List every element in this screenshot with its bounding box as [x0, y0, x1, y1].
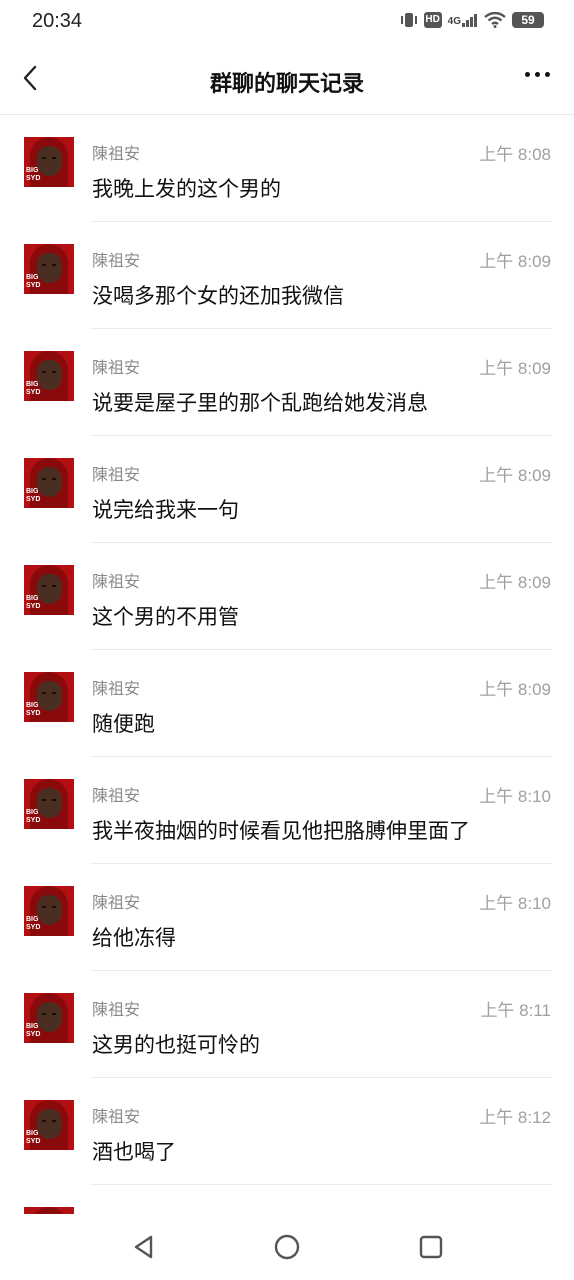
- nav-bar: 群聊的聊天记录: [0, 44, 574, 114]
- status-bar: 20:34 HD 4G 59: [0, 0, 574, 44]
- message-time: 上午 8:10: [479, 787, 551, 806]
- vibrate-icon: [400, 13, 417, 27]
- more-dot-icon: [545, 72, 550, 77]
- chat-record-item[interactable]: BIG SYD 陳祖安 上午 8:11 这男的也挺可怜的: [0, 971, 574, 1078]
- message-time: 上午 8:09: [479, 252, 551, 271]
- status-icons: HD 4G 59: [400, 12, 544, 28]
- chat-record-item[interactable]: BIG SYD 陳祖安 上午 8:09 随便跑: [0, 650, 574, 757]
- cellular-signal-icon: 4G: [448, 13, 478, 27]
- hd-icon: HD: [423, 12, 442, 28]
- message-text: 我半夜抽烟的时候看见他把胳膊伸里面了: [92, 819, 470, 843]
- triangle-back-icon: [134, 1235, 153, 1259]
- battery-icon: 59: [512, 12, 544, 28]
- chat-record-item[interactable]: BIG SYD 陳祖安 上午 8:09 说要是屋子里的那个乱跑给她发消息: [0, 329, 574, 436]
- chat-record-item-partial[interactable]: BIGSYD: [0, 1185, 574, 1215]
- message-text: 说要是屋子里的那个乱跑给她发消息: [92, 391, 428, 415]
- nav-back-button[interactable]: [129, 1232, 159, 1262]
- message-text: 酒也喝了: [92, 1140, 176, 1164]
- page-title: 群聊的聊天记录: [209, 72, 364, 97]
- avatar[interactable]: BIGSYD: [24, 1100, 74, 1150]
- chat-record-item[interactable]: BIG SYD 陳祖安 上午 8:09 这个男的不用管: [0, 543, 574, 650]
- more-options-button[interactable]: [525, 72, 550, 77]
- more-dot-icon: [535, 72, 540, 77]
- avatar[interactable]: BIGSYD: [24, 779, 74, 829]
- circle-home-icon: [274, 1234, 300, 1260]
- message-time: 上午 8:09: [479, 359, 551, 378]
- wifi-icon: [484, 12, 506, 28]
- avatar[interactable]: BIGSYD: [24, 565, 74, 615]
- message-time: 上午 8:11: [480, 1001, 551, 1020]
- sender-name: 陳祖安: [92, 144, 141, 163]
- avatar[interactable]: BIGSYD: [24, 351, 74, 401]
- message-time: 上午 8:09: [479, 466, 551, 485]
- sender-name: 陳祖安: [92, 1000, 141, 1019]
- message-text: 随便跑: [92, 712, 155, 736]
- message-time: 上午 8:10: [479, 894, 551, 913]
- chat-record-item[interactable]: BIG SYD 陳祖安 上午 8:10 我半夜抽烟的时候看见他把胳膊伸里面了: [0, 757, 574, 864]
- message-text: 说完给我来一句: [92, 498, 239, 522]
- chat-record-item[interactable]: BIG SYD 陳祖安 上午 8:08 我晚上发的这个男的: [0, 115, 574, 222]
- message-time: 上午 8:09: [479, 680, 551, 699]
- square-recents-icon: [419, 1235, 443, 1259]
- chat-record-item[interactable]: BIG SYD 陳祖安 上午 8:09 说完给我来一句: [0, 436, 574, 543]
- message-text: 我晚上发的这个男的: [92, 177, 281, 201]
- sender-name: 陳祖安: [92, 465, 141, 484]
- message-text: 这男的也挺可怜的: [92, 1033, 260, 1057]
- avatar[interactable]: BIGSYD: [24, 672, 74, 722]
- avatar[interactable]: BIGSYD: [24, 137, 74, 187]
- status-time: 20:34: [32, 10, 83, 32]
- sender-name: 陳祖安: [92, 893, 141, 912]
- message-time: 上午 8:09: [479, 573, 551, 592]
- message-text: 这个男的不用管: [92, 605, 239, 629]
- more-dot-icon: [525, 72, 530, 77]
- avatar[interactable]: BIGSYD: [24, 886, 74, 936]
- message-time: 上午 8:12: [479, 1108, 551, 1127]
- chat-record-item[interactable]: BIG SYD 陳祖安 上午 8:10 给他冻得: [0, 864, 574, 971]
- sender-name: 陳祖安: [92, 1107, 141, 1126]
- sender-name: 陳祖安: [92, 358, 141, 377]
- nav-recents-button[interactable]: [416, 1232, 446, 1262]
- system-navigation-bar: [0, 1214, 574, 1280]
- chat-record-list[interactable]: BIG SYD 陳祖安 上午 8:08 我晚上发的这个男的 BIG SYD 陳祖安 …: [0, 114, 574, 1215]
- message-time: 上午 8:08: [479, 145, 551, 164]
- message-text: 给他冻得: [92, 926, 176, 950]
- sender-name: 陳祖安: [92, 786, 141, 805]
- chat-record-item[interactable]: BIG SYD 陳祖安 上午 8:09 没喝多那个女的还加我微信: [0, 222, 574, 329]
- chat-record-item[interactable]: BIG SYD 陳祖安 上午 8:12 酒也喝了: [0, 1078, 574, 1185]
- message-text: 没喝多那个女的还加我微信: [92, 284, 344, 308]
- sender-name: 陳祖安: [92, 679, 141, 698]
- sender-name: 陳祖安: [92, 572, 141, 591]
- nav-home-button[interactable]: [272, 1232, 302, 1262]
- network-type-label: 4G: [447, 16, 461, 27]
- avatar[interactable]: BIGSYD: [24, 458, 74, 508]
- avatar[interactable]: BIGSYD: [24, 993, 74, 1043]
- sender-name: 陳祖安: [92, 251, 141, 270]
- avatar[interactable]: BIGSYD: [24, 244, 74, 294]
